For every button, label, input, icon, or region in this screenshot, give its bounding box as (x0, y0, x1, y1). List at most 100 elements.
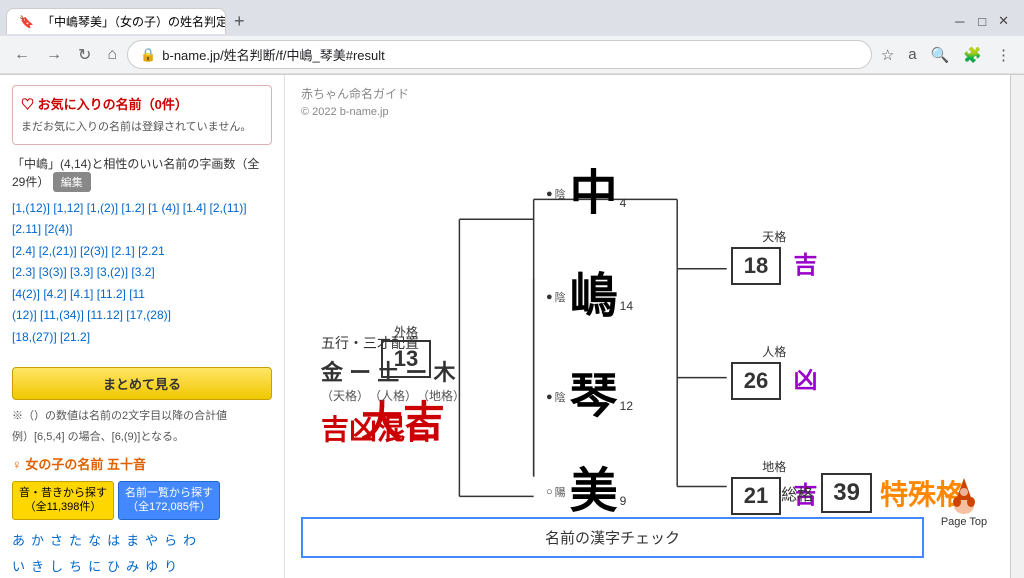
jinkaku-number: 26 (744, 368, 768, 393)
matome-button[interactable]: まとめて見る (12, 367, 272, 400)
back-button[interactable]: ← (8, 44, 36, 66)
menu-icon[interactable]: ⋮ (991, 44, 1016, 66)
hiragana-mi[interactable]: み (126, 554, 139, 578)
stroke-link[interactable]: [1 (148, 201, 158, 215)
surname-char2-strokes: 14 (620, 299, 633, 313)
sidebar: ♡ お気に入りの名前（0件） まだお気に入りの名前は登録されていません。 「中嶋… (0, 75, 285, 578)
stroke-link[interactable]: [2.3] (12, 265, 39, 279)
jinkaku-block: 人格 26 凶 (731, 343, 817, 400)
stroke-link[interactable]: [1.4] (183, 201, 210, 215)
stroke-link[interactable]: (4)] (161, 201, 182, 215)
lock-icon: 🔒 (140, 47, 156, 63)
search-icon[interactable]: 🔍 (926, 44, 955, 66)
hiragana-row-2: い き し ち に ひ み ゆ り (12, 554, 272, 578)
hiragana-ri[interactable]: り (164, 554, 177, 578)
kanji-check-bar[interactable]: 名前の漢字チェック (301, 517, 924, 558)
stroke-link[interactable]: [11 (129, 287, 145, 301)
tenkaku-label: 天格 (731, 228, 817, 245)
name-search-by-sound-button[interactable]: 音・昔きから探す （全11,398件） (12, 481, 114, 520)
example-text: 例）[6,5,4] の場合、[6,(9)]となる。 (12, 428, 272, 444)
girls-name-section: ♀ 女の子の名前 五十音 音・昔きから探す （全11,398件） 名前一覧から探… (12, 454, 272, 578)
address-bar[interactable]: 🔒 b-name.jp/姓名判断/f/中嶋_琴美#result (127, 40, 872, 69)
stroke-link[interactable]: [3(3)] (39, 265, 70, 279)
hiragana-shi[interactable]: し (50, 554, 63, 578)
chikaku-box: 21 (731, 477, 781, 515)
close-button[interactable]: ✕ (993, 12, 1014, 30)
hiragana-ka[interactable]: か (31, 528, 44, 554)
stroke-link[interactable]: [2(4)] (44, 222, 72, 236)
extension-icon[interactable]: 🧩 (958, 44, 987, 66)
stroke-link[interactable]: [2.1] (111, 244, 138, 258)
given-char2-yin: 陽 (555, 484, 566, 500)
hiragana-a[interactable]: あ (12, 528, 25, 554)
hiragana-ra[interactable]: ら (164, 528, 177, 554)
name-search-by-list-button[interactable]: 名前一覧から探す （全172,085件） (118, 481, 220, 520)
stroke-link[interactable]: (12)] (12, 308, 40, 322)
chikaku-number: 21 (744, 483, 768, 508)
hiragana-ni[interactable]: に (88, 554, 101, 578)
minimize-button[interactable]: － (948, 11, 971, 32)
rocket-icon (944, 476, 984, 516)
new-tab-button[interactable]: + (226, 11, 253, 32)
page-body: ♡ お気に入りの名前（0件） まだお気に入りの名前は登録されていません。 「中嶋… (0, 75, 1024, 578)
home-button[interactable]: ⌂ (101, 44, 123, 66)
hiragana-na[interactable]: な (88, 528, 101, 554)
compatible-title: 「中嶋」(4,14)と相性のいい名前の字画数（全29件） 編集 (12, 155, 272, 192)
compatible-section: 「中嶋」(4,14)と相性のいい名前の字画数（全29件） 編集 [1,(12)]… (12, 155, 272, 349)
hiragana-ta[interactable]: た (69, 528, 82, 554)
tab-title: 「中嶋琴美」（女の子）の姓名判定 (42, 13, 226, 30)
stroke-link[interactable]: [3.2] (131, 265, 154, 279)
active-tab[interactable]: 🔖 「中嶋琴美」（女の子）の姓名判定 ✕ (6, 8, 226, 34)
stroke-links: [1,(12)] [1,12] [1,(2)] [1.2] [1 (4)] [1… (12, 198, 272, 349)
stroke-link[interactable]: [2,(21)] (39, 244, 80, 258)
edit-button[interactable]: 編集 (53, 172, 91, 192)
bookmark-icon[interactable]: ☆ (876, 44, 899, 66)
favorites-empty-text: まだお気に入りの名前は登録されていません。 (21, 119, 263, 136)
stroke-link[interactable]: [18,(27)] (12, 330, 60, 344)
hiragana-i[interactable]: い (12, 554, 25, 578)
surname-char2-kanji: 嶋 (570, 273, 618, 321)
forward-button[interactable]: → (40, 44, 68, 66)
favorites-section: ♡ お気に入りの名前（0件） まだお気に入りの名前は登録されていません。 (12, 85, 272, 145)
hiragana-hi[interactable]: ひ (107, 554, 120, 578)
stroke-link[interactable]: [4(2)] (12, 287, 43, 301)
page-top-button[interactable]: Page Top (934, 476, 994, 528)
hiragana-ki[interactable]: き (31, 554, 44, 578)
hiragana-sa[interactable]: さ (50, 528, 63, 554)
stroke-link[interactable]: [2(3)] (80, 244, 111, 258)
stroke-link[interactable]: [3.3] (70, 265, 97, 279)
stroke-link[interactable]: [2,(11)] (209, 201, 246, 215)
stroke-link[interactable]: [4.1] (70, 287, 97, 301)
amazon-icon[interactable]: a (903, 44, 921, 66)
surname-char1-indicator: ● (546, 188, 553, 200)
stroke-link[interactable]: [1,(12)] (12, 201, 53, 215)
hiragana-ma[interactable]: ま (126, 528, 139, 554)
stroke-link[interactable]: [1.2] (121, 201, 148, 215)
stroke-link[interactable]: [2.11] (12, 222, 44, 236)
stroke-link[interactable]: [11.2] (97, 287, 129, 301)
given-char2-indicator: ○ (546, 486, 553, 498)
maximize-button[interactable]: □ (973, 13, 991, 30)
tenkaku-number: 18 (744, 253, 768, 278)
hiragana-chi[interactable]: ち (69, 554, 82, 578)
stroke-link[interactable]: [11,(34)] (40, 308, 87, 322)
stroke-link[interactable]: [21.2] (60, 330, 90, 344)
stroke-link[interactable]: [17,(28)] (126, 308, 171, 322)
scrollbar[interactable] (1010, 75, 1024, 578)
browser-chrome: 🔖 「中嶋琴美」（女の子）の姓名判定 ✕ + － □ ✕ ← → ↻ ⌂ 🔒 b… (0, 0, 1024, 75)
hiragana-yu[interactable]: ゆ (145, 554, 158, 578)
stroke-link[interactable]: [1,12] (53, 201, 86, 215)
stroke-link[interactable]: [2.4] (12, 244, 39, 258)
page-top-label: Page Top (941, 516, 987, 528)
hiragana-ya[interactable]: や (145, 528, 158, 554)
hiragana-wa[interactable]: わ (183, 528, 196, 554)
stroke-link[interactable]: [1,(2)] (87, 201, 122, 215)
stroke-link[interactable]: [11.12] (87, 308, 126, 322)
stroke-link[interactable]: [2.21 (138, 244, 165, 258)
stroke-link[interactable]: [4.2] (43, 287, 70, 301)
refresh-button[interactable]: ↻ (72, 43, 97, 67)
jinkaku-label: 人格 (731, 343, 817, 360)
hiragana-ha[interactable]: は (107, 528, 120, 554)
five-elements-labels: （天格） （人格） （地格） (321, 387, 465, 404)
stroke-link[interactable]: [3,(2)] (97, 265, 132, 279)
